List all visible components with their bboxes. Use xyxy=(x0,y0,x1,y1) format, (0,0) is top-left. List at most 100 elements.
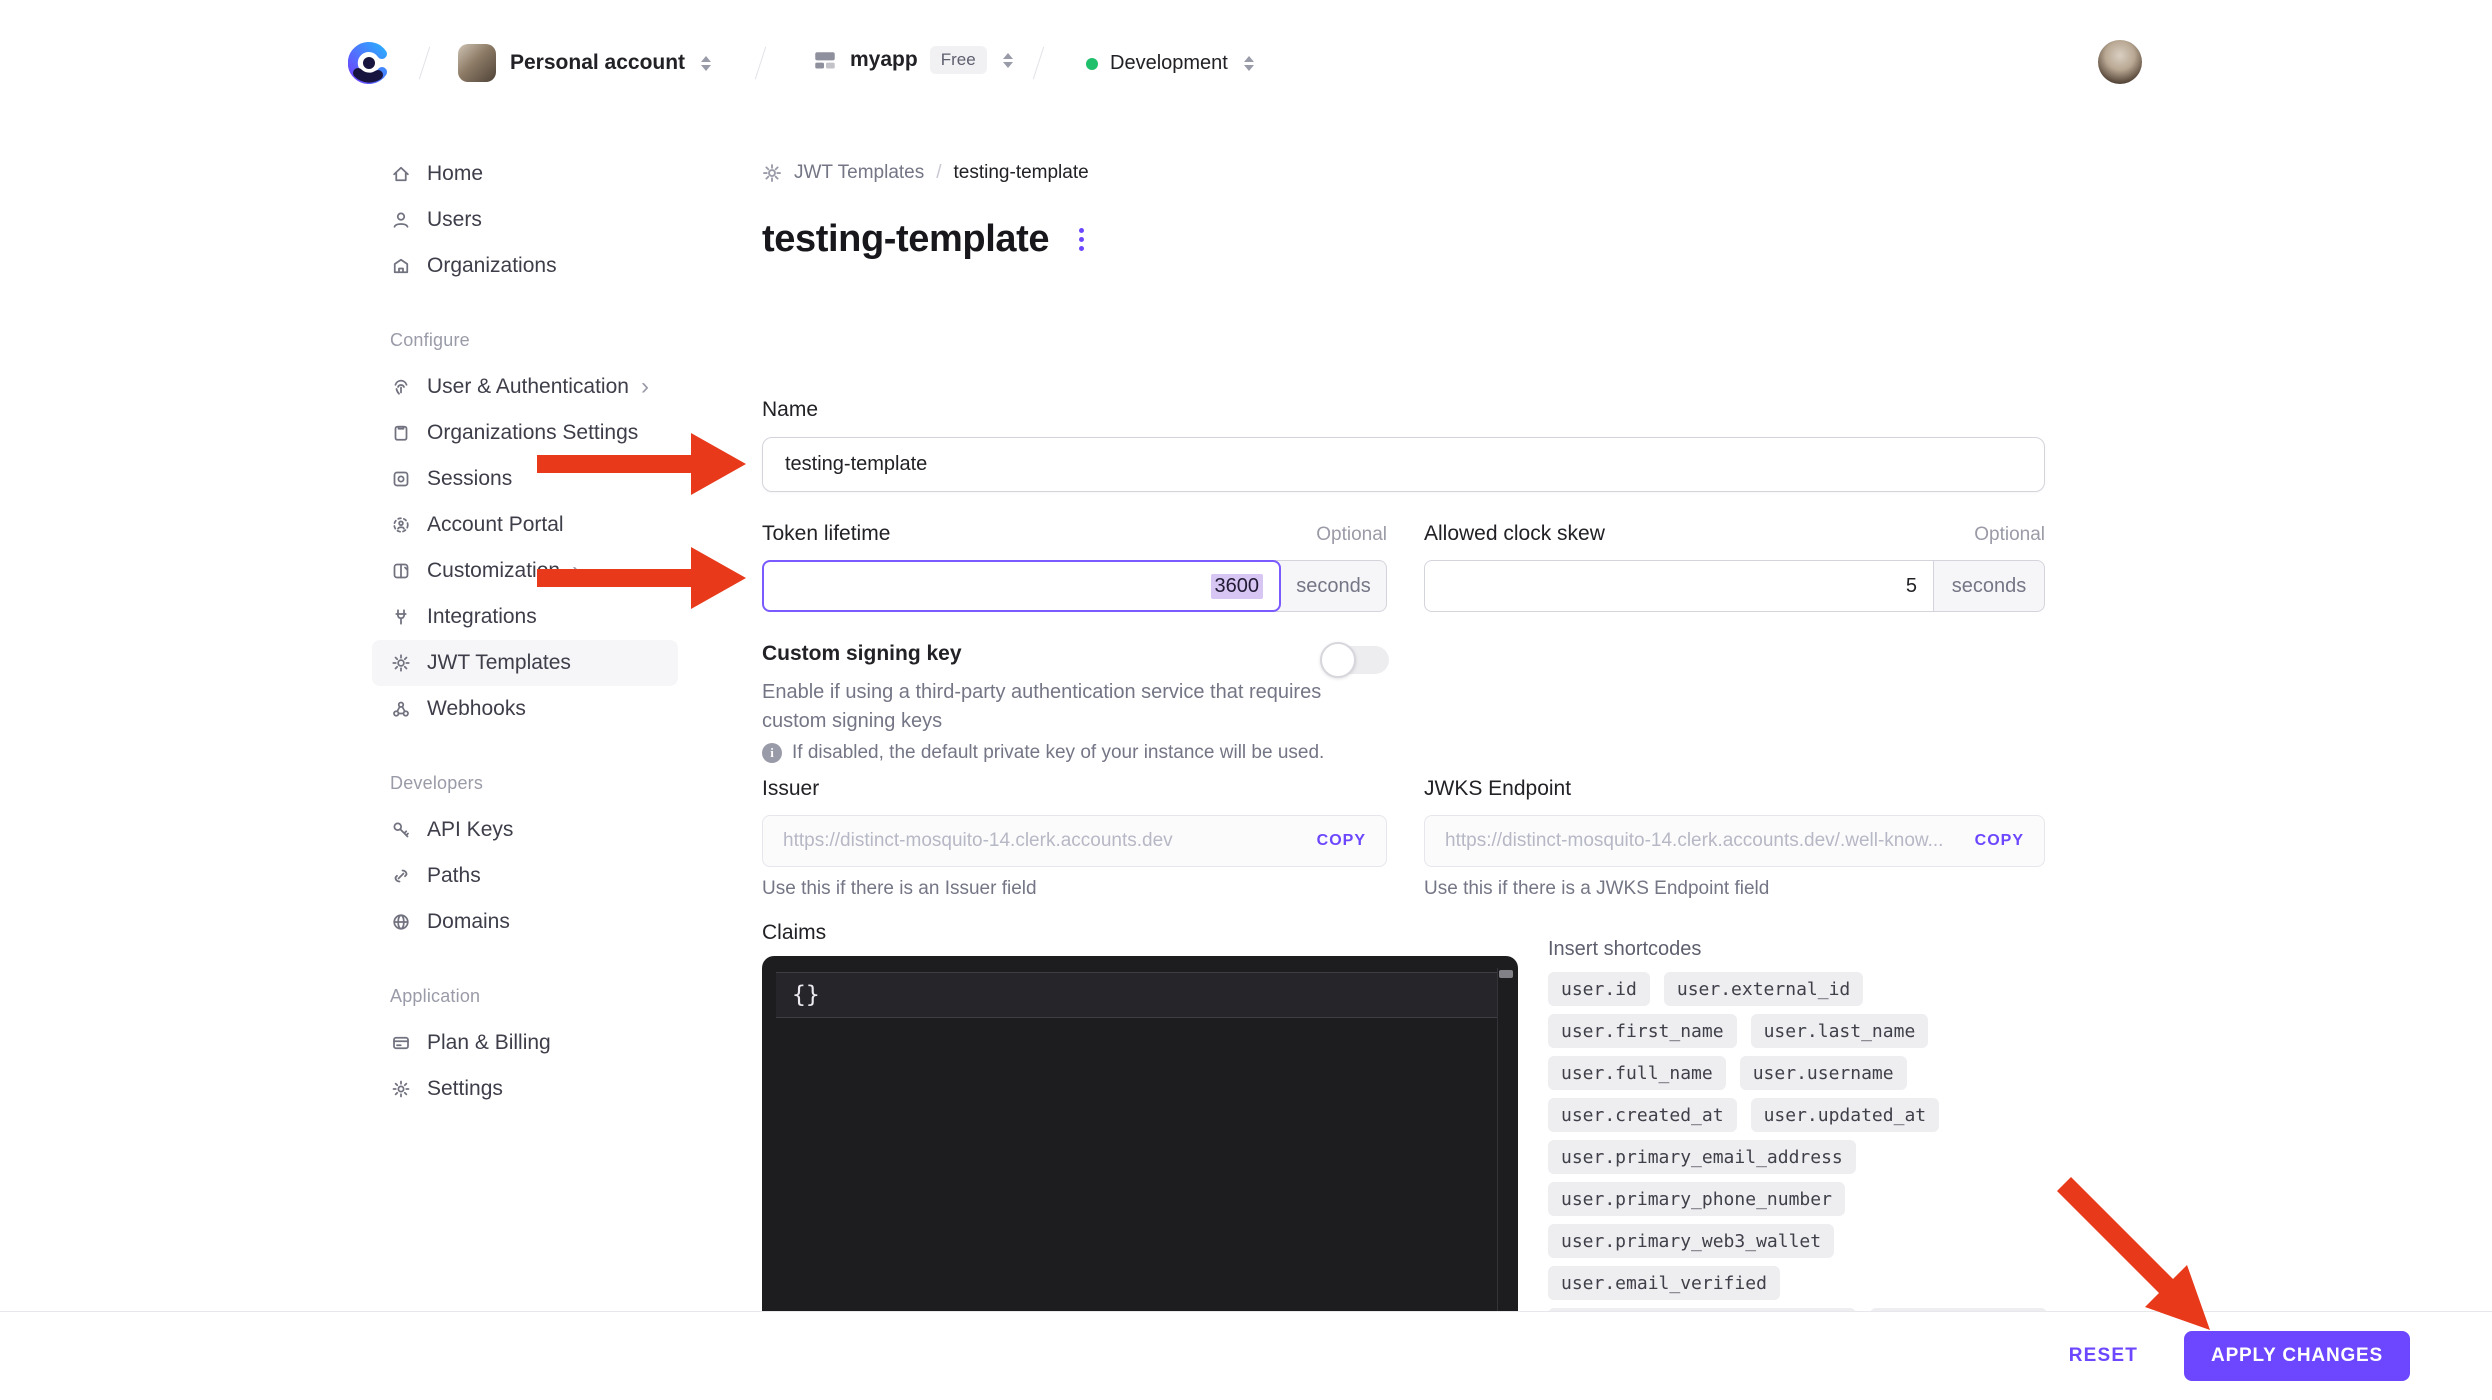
issuer-field: https://distinct-mosquito-14.clerk.accou… xyxy=(762,815,1387,867)
clock-skew-unit: seconds xyxy=(1933,560,2045,612)
account-switch-chevrons-icon[interactable] xyxy=(701,56,711,71)
sidebar-section-developers: Developers xyxy=(390,767,678,799)
sidebar-item-label: Customization xyxy=(427,559,560,583)
portal-icon xyxy=(390,514,412,536)
environment-status-dot xyxy=(1086,58,1098,70)
shortcode-chip[interactable]: user.external_id xyxy=(1664,972,1863,1006)
issuer-copy-button[interactable]: COPY xyxy=(1317,832,1366,850)
sidebar-item-webhooks[interactable]: Webhooks xyxy=(372,686,678,732)
sidebar-item-organizations[interactable]: Organizations xyxy=(372,243,678,289)
apply-changes-button[interactable]: APPLY CHANGES xyxy=(2184,1331,2410,1381)
shortcode-chip[interactable]: user.created_at xyxy=(1548,1098,1737,1132)
token-lifetime-input[interactable]: 3600 xyxy=(762,560,1281,612)
top-header: Personal account myapp Free Development xyxy=(0,0,2492,128)
token-lifetime-unit: seconds xyxy=(1275,560,1387,612)
custom-signing-key-label: Custom signing key xyxy=(762,642,962,665)
header-separator xyxy=(755,47,766,80)
sidebar-item-user-authentication[interactable]: User & Authentication › xyxy=(372,364,678,410)
clock-skew-field[interactable]: 5 seconds xyxy=(1424,560,2045,612)
jwks-endpoint-label: JWKS Endpoint xyxy=(1424,777,1571,801)
issuer-value: https://distinct-mosquito-14.clerk.accou… xyxy=(783,830,1303,852)
issuer-helper-text: Use this if there is an Issuer field xyxy=(762,878,1037,900)
sidebar-item-label: User & Authentication xyxy=(427,375,629,399)
claims-code-editor[interactable]: {} xyxy=(762,956,1518,1311)
application-switch-chevrons-icon[interactable] xyxy=(1003,53,1013,68)
token-lifetime-value: 3600 xyxy=(1211,574,1264,599)
editor-active-line xyxy=(776,972,1498,1018)
shortcode-chip[interactable]: user.primary_email_address xyxy=(1548,1140,1856,1174)
insert-shortcodes-label: Insert shortcodes xyxy=(1548,938,1701,961)
sidebar-item-home[interactable]: Home xyxy=(372,151,678,197)
environment-switch-chevrons-icon[interactable] xyxy=(1244,56,1254,71)
clipboard-icon xyxy=(390,422,412,444)
reset-button[interactable]: RESET xyxy=(2069,1345,2138,1367)
clock-skew-label: Allowed clock skew xyxy=(1424,522,1605,546)
shortcode-chip[interactable]: user.updated_at xyxy=(1751,1098,1940,1132)
header-separator xyxy=(1033,47,1044,80)
key-icon xyxy=(390,819,412,841)
toggle-knob xyxy=(1320,642,1356,678)
template-name-input[interactable] xyxy=(762,437,2045,492)
shortcode-chip[interactable]: user.primary_phone_number xyxy=(1548,1182,1845,1216)
sidebar-item-domains[interactable]: Domains xyxy=(372,899,678,945)
shortcode-chip[interactable]: user.username xyxy=(1740,1056,1907,1090)
gear-icon xyxy=(390,1078,412,1100)
breadcrumb: JWT Templates / testing-template xyxy=(762,162,1089,184)
sidebar-item-label: Webhooks xyxy=(427,697,526,721)
sidebar-item-users[interactable]: Users xyxy=(372,197,678,243)
header-separator xyxy=(419,47,430,80)
user-avatar[interactable] xyxy=(2098,40,2142,84)
custom-signing-key-toggle[interactable] xyxy=(1323,646,1389,674)
chevron-right-icon: › xyxy=(641,377,649,397)
shortcode-chip[interactable]: user.last_name xyxy=(1751,1014,1929,1048)
shortcode-chip[interactable]: user.email_verified xyxy=(1548,1266,1780,1300)
environment-name: Development xyxy=(1110,52,1228,75)
breadcrumb-parent[interactable]: JWT Templates xyxy=(794,162,924,184)
sidebar-item-organizations-settings[interactable]: Organizations Settings xyxy=(372,410,678,456)
account-avatar xyxy=(458,44,496,82)
application-switcher[interactable]: myapp Free xyxy=(812,46,1013,74)
page-title: testing-template xyxy=(762,218,1049,261)
sidebar-item-customization[interactable]: Customization › xyxy=(372,548,678,594)
link-icon xyxy=(390,865,412,887)
sidebar-item-sessions[interactable]: Sessions xyxy=(372,456,678,502)
account-switcher[interactable]: Personal account xyxy=(458,44,711,82)
sidebar-item-settings[interactable]: Settings xyxy=(372,1066,678,1112)
template-options-kebab-icon[interactable] xyxy=(1075,224,1088,255)
info-icon: i xyxy=(762,743,782,763)
sidebar-item-jwt-templates[interactable]: JWT Templates xyxy=(372,640,678,686)
shortcode-chip[interactable]: user.full_name xyxy=(1548,1056,1726,1090)
editor-scrollbar-track[interactable] xyxy=(1497,968,1498,1311)
token-lifetime-optional: Optional xyxy=(1316,524,1387,546)
custom-signing-key-description: Enable if using a third-party authentica… xyxy=(762,678,1322,736)
application-icon xyxy=(812,47,838,73)
claims-code-content: {} xyxy=(792,972,820,1018)
sidebar-nav: HomeUsersOrganizationsConfigureUser & Au… xyxy=(372,151,678,1112)
shortcode-chip[interactable]: user.id xyxy=(1548,972,1650,1006)
clock-skew-input[interactable]: 5 xyxy=(1424,560,1933,612)
sidebar-item-paths[interactable]: Paths xyxy=(372,853,678,899)
environment-switcher[interactable]: Development xyxy=(1086,52,1254,75)
sidebar-item-label: Organizations xyxy=(427,254,557,278)
shortcode-chip[interactable]: user.first_name xyxy=(1548,1014,1737,1048)
name-label: Name xyxy=(762,398,818,422)
token-lifetime-field[interactable]: 3600 seconds xyxy=(762,560,1387,612)
customization-icon xyxy=(390,560,412,582)
sidebar-item-account-portal[interactable]: Account Portal xyxy=(372,502,678,548)
sidebar-item-label: Account Portal xyxy=(427,513,564,537)
arrow-to-apply-changes-button xyxy=(2057,1177,2210,1330)
clerk-logo[interactable] xyxy=(348,42,390,89)
editor-scrollbar-thumb[interactable] xyxy=(1499,970,1513,978)
building-icon xyxy=(390,255,412,277)
sidebar-item-api-keys[interactable]: API Keys xyxy=(372,807,678,853)
sidebar-section-application: Application xyxy=(390,980,678,1012)
sidebar-item-integrations[interactable]: Integrations xyxy=(372,594,678,640)
jwt-templates-gear-icon xyxy=(762,163,782,183)
chevron-right-icon: › xyxy=(572,561,580,581)
jwks-copy-button[interactable]: COPY xyxy=(1975,832,2024,850)
globe-icon xyxy=(390,911,412,933)
breadcrumb-current: testing-template xyxy=(954,162,1089,184)
sidebar-item-plan-billing[interactable]: Plan & Billing xyxy=(372,1020,678,1066)
action-footer: RESET APPLY CHANGES xyxy=(0,1311,2492,1400)
shortcode-chip[interactable]: user.primary_web3_wallet xyxy=(1548,1224,1834,1258)
